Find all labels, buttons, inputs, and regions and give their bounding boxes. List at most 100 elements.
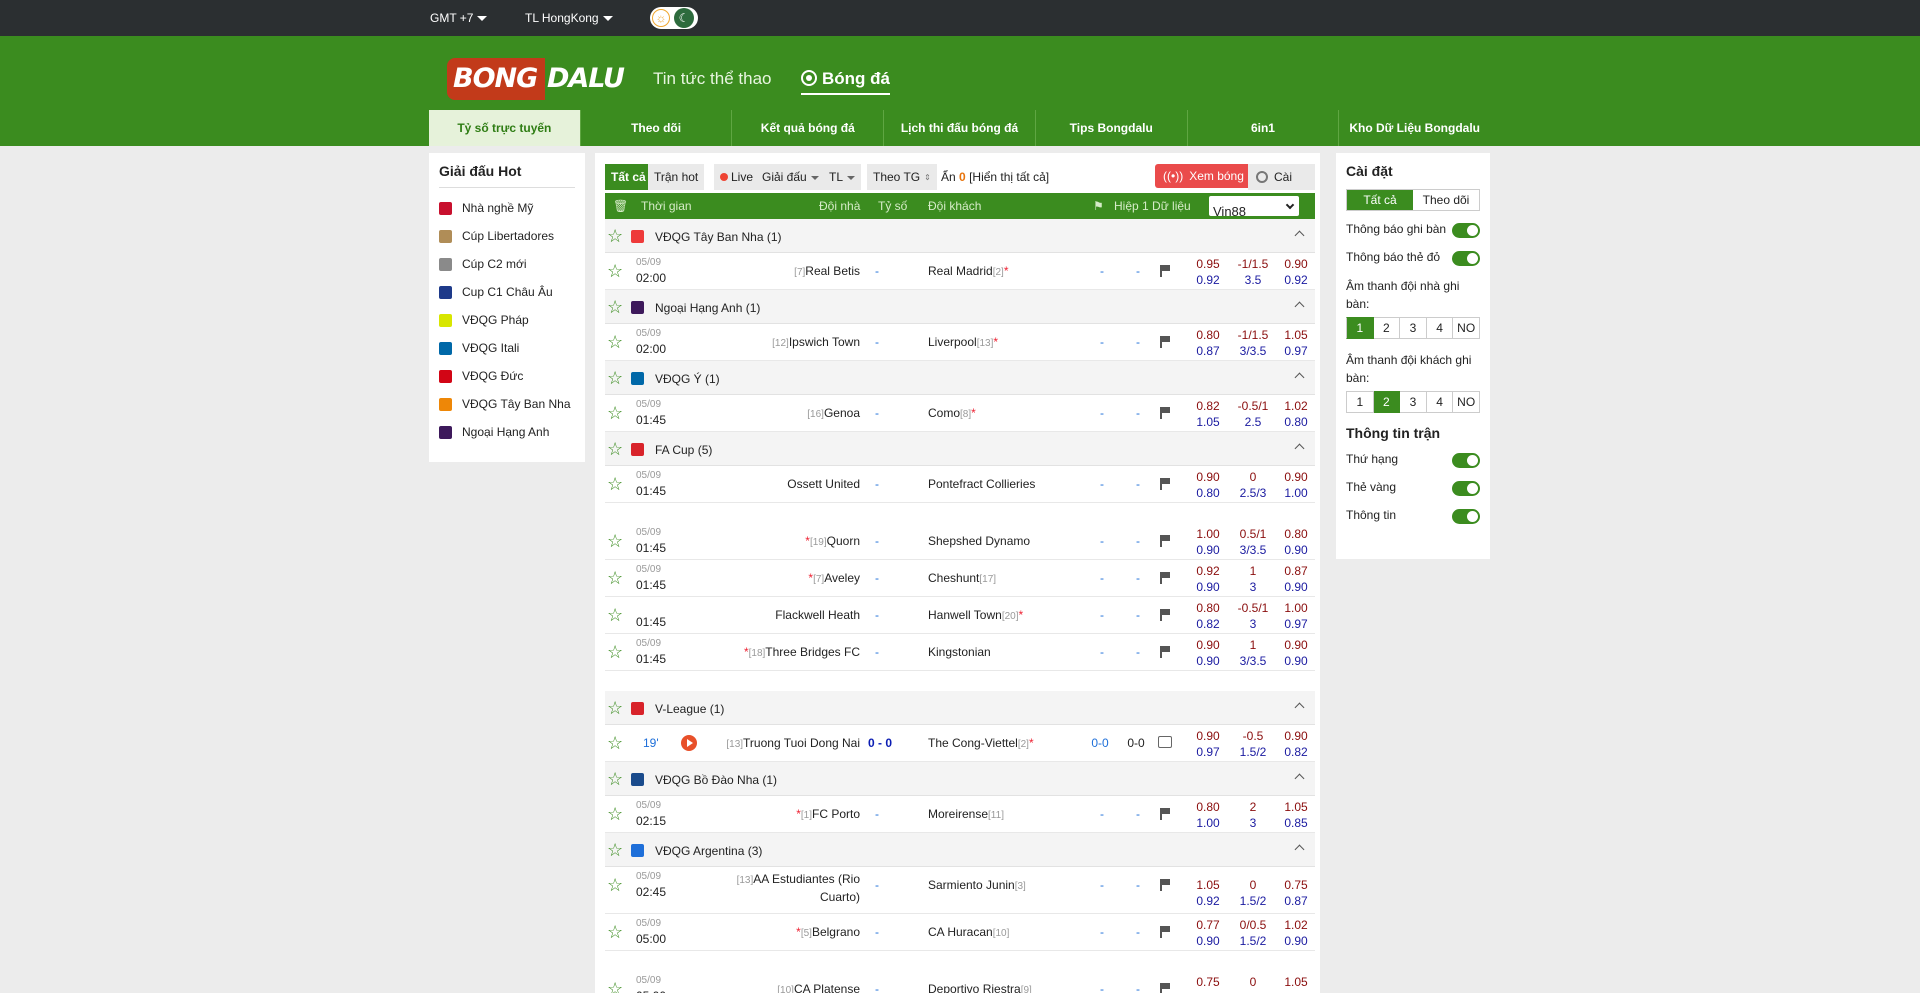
away-team[interactable]: Hanwell Town[20]*: [928, 608, 1023, 622]
odds-column[interactable]: 0 2.5/3: [1231, 469, 1275, 501]
odds-column[interactable]: 0.5/1 3/3.5: [1231, 526, 1275, 558]
home-team[interactable]: [10]CA Platense: [777, 982, 860, 993]
match-score[interactable]: -: [867, 608, 887, 622]
match-row[interactable]: ☆ 05/09 02:00 [12]Ipswich Town - Liverpool[13…: [605, 324, 1315, 361]
sound-option[interactable]: 3: [1400, 317, 1427, 339]
site-logo[interactable]: BONG DALU: [447, 58, 631, 100]
star-icon[interactable]: ☆: [607, 605, 623, 626]
match-score[interactable]: -: [867, 264, 887, 278]
odds-column[interactable]: 0.90 0.92: [1277, 256, 1315, 288]
away-team[interactable]: Real Madrid[2]*: [928, 264, 1009, 278]
match-score[interactable]: 0 - 0: [860, 736, 900, 750]
shirt-icon[interactable]: [1158, 736, 1172, 748]
mainnav-follow[interactable]: Theo dõi: [581, 110, 733, 146]
league-row[interactable]: ☆ VĐQG Argentina (3): [605, 833, 1315, 867]
home-team[interactable]: *[18]Three Bridges FC: [744, 645, 860, 659]
odds-column[interactable]: 23: [1231, 799, 1275, 831]
home-team[interactable]: [13]Truong Tuoi Dong Nai: [726, 736, 860, 750]
match-row[interactable]: ☆ 19' [13]Truong Tuoi Dong Nai 0 - 0 The Con…: [605, 725, 1315, 762]
flag-icon[interactable]: [1159, 535, 1171, 547]
odds-column[interactable]: 1.05 0.97: [1277, 327, 1315, 359]
odds-column[interactable]: 1.050.77: [1277, 974, 1315, 993]
bookmaker-select[interactable]: Vin88: [1209, 196, 1299, 219]
star-icon[interactable]: ☆: [607, 474, 623, 495]
star-icon[interactable]: ☆: [607, 439, 623, 460]
mainnav-fixtures[interactable]: Lịch thi đấu bóng đá: [884, 110, 1036, 146]
odds-column[interactable]: 0.80 0.87: [1189, 327, 1227, 359]
mainnav-tips[interactable]: Tips Bongdalu: [1036, 110, 1188, 146]
match-score[interactable]: -: [867, 571, 887, 585]
theme-toggle[interactable]: ☼ ☾: [650, 7, 698, 29]
match-row[interactable]: ☆ 05/09 01:45 [16]Genoa - Como[8]* - -0.82 1.05-…: [605, 395, 1315, 432]
league-row[interactable]: ☆ Ngoại Hạng Anh (1): [605, 290, 1315, 324]
star-icon[interactable]: ☆: [607, 403, 623, 424]
info-toggle[interactable]: [1452, 509, 1480, 524]
odds-column[interactable]: 0.90 1.00: [1277, 469, 1315, 501]
match-row[interactable]: ☆ 05/09 01:45 *[18]Three Bridges FC - Kingsto…: [605, 634, 1315, 671]
match-score[interactable]: -: [867, 335, 887, 349]
sound-option[interactable]: 4: [1426, 317, 1454, 339]
away-team[interactable]: Cheshunt[17]: [928, 571, 996, 585]
hot-league-item[interactable]: Ngoại Hạng Anh: [439, 418, 575, 446]
odds-column[interactable]: 0.90 0.90: [1189, 637, 1227, 669]
flag-icon[interactable]: [1159, 336, 1171, 348]
odds-column[interactable]: 0/0.5 1.5/2: [1231, 917, 1275, 949]
goal-notify-toggle[interactable]: [1452, 223, 1480, 238]
watch-button[interactable]: ((•)) Xem bóng: [1155, 164, 1252, 188]
flag-icon[interactable]: [1159, 926, 1171, 938]
hot-league-item[interactable]: Cup C1 Châu Âu: [439, 278, 575, 306]
chevron-up-icon[interactable]: [1294, 844, 1305, 855]
away-team[interactable]: Pontefract Collieries: [928, 477, 1035, 491]
chevron-up-icon[interactable]: [1294, 702, 1305, 713]
home-team[interactable]: *[7]Aveley: [808, 571, 860, 585]
hot-league-item[interactable]: VĐQG Tây Ban Nha: [439, 390, 575, 418]
odds-column[interactable]: 0.90 0.90: [1277, 637, 1315, 669]
filter-hot[interactable]: Trận hot: [648, 164, 705, 190]
flag-icon[interactable]: [1159, 808, 1171, 820]
odds-column[interactable]: 0.92 0.90: [1189, 563, 1227, 595]
chevron-up-icon[interactable]: [1294, 773, 1305, 784]
away-team[interactable]: CA Huracan[10]: [928, 925, 1009, 939]
chevron-up-icon[interactable]: [1294, 372, 1305, 383]
hot-league-item[interactable]: VĐQG Itali: [439, 334, 575, 362]
match-score[interactable]: -: [867, 406, 887, 420]
away-team[interactable]: Moreirense[11]: [928, 807, 1004, 821]
away-team[interactable]: Sarmiento Junin[3]: [928, 878, 1026, 892]
match-score[interactable]: -: [867, 878, 887, 892]
away-team[interactable]: The Cong-Viettel[2]*: [928, 736, 1034, 750]
away-team[interactable]: Deportivo Riestra[9]: [928, 982, 1032, 993]
sound-option[interactable]: 2: [1373, 317, 1401, 339]
match-score[interactable]: -: [867, 982, 887, 993]
away-team[interactable]: Shepshed Dynamo: [928, 534, 1030, 548]
odds-column[interactable]: 0.751.02: [1189, 974, 1227, 993]
chevron-up-icon[interactable]: [1294, 301, 1305, 312]
league-row[interactable]: ☆ FA Cup (5): [605, 432, 1315, 466]
sound-option[interactable]: 2: [1373, 391, 1401, 413]
star-icon[interactable]: ☆: [607, 769, 623, 790]
mainnav-results[interactable]: Kết quả bóng đá: [732, 110, 885, 146]
match-row[interactable]: ☆05/0905:00[10]CA Platense-Deportivo Rie…: [605, 971, 1315, 993]
filter-tl[interactable]: TL: [823, 164, 862, 190]
home-team[interactable]: Ossett United: [787, 477, 860, 491]
timezone-select[interactable]: GMT +7: [430, 11, 488, 25]
match-row[interactable]: ☆ 05/09 02:45 [13]AA Estudiantes (Rio Cuart…: [605, 867, 1315, 914]
star-icon[interactable]: ☆: [607, 804, 623, 825]
rank-toggle[interactable]: [1452, 453, 1480, 468]
away-team[interactable]: Kingstonian: [928, 645, 991, 659]
nav-sport-news[interactable]: Tin tức thể thao: [653, 69, 771, 89]
odds-column[interactable]: 0.90 0.80: [1189, 469, 1227, 501]
odds-column[interactable]: 1.02 0.80: [1277, 398, 1315, 430]
sound-option[interactable]: NO: [1453, 317, 1480, 339]
hot-league-item[interactable]: VĐQG Pháp: [439, 306, 575, 334]
flag-icon[interactable]: [1159, 983, 1171, 993]
star-icon[interactable]: ☆: [607, 840, 623, 861]
star-icon[interactable]: ☆: [607, 531, 623, 552]
odds-column[interactable]: 13: [1231, 563, 1275, 595]
odds-column[interactable]: 1.05 0.92: [1189, 877, 1227, 909]
odds-column[interactable]: 0.90 0.97: [1189, 728, 1227, 760]
home-team[interactable]: [12]Ipswich Town: [772, 335, 860, 349]
star-icon[interactable]: ☆: [607, 226, 623, 247]
flag-icon[interactable]: [1159, 265, 1171, 277]
odds-column[interactable]: -0.5 1.5/2: [1231, 728, 1275, 760]
settings-tab-follow[interactable]: Theo dõi: [1413, 190, 1479, 210]
